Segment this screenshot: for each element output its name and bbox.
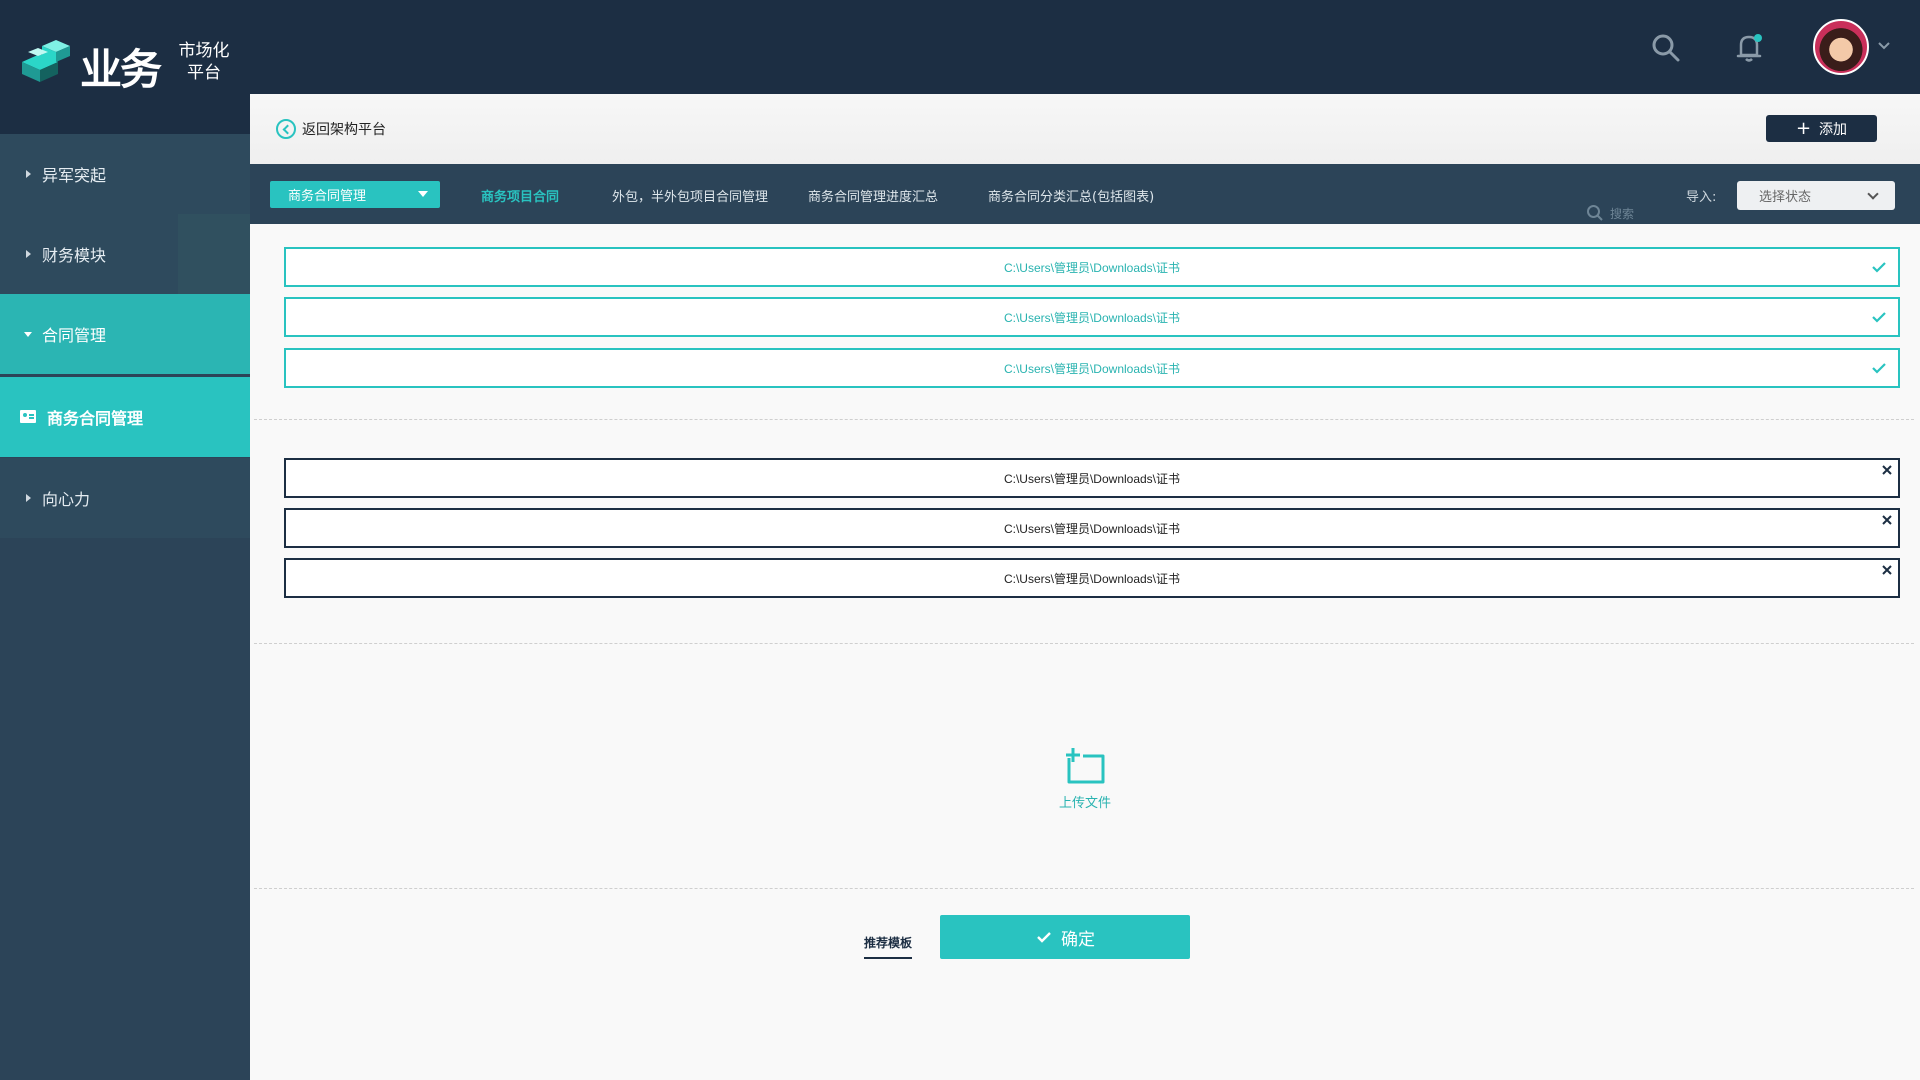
- bell-icon[interactable]: [1731, 30, 1767, 66]
- logo-subtitle-line1: 市场化: [178, 41, 230, 61]
- sidebar-item-label: 向心力: [42, 490, 91, 509]
- tab-business-project[interactable]: 商务项目合同: [481, 186, 559, 205]
- close-icon[interactable]: [1878, 511, 1896, 529]
- search-icon: [1587, 205, 1603, 221]
- check-icon: [1037, 932, 1051, 943]
- sidebar-top: [0, 94, 250, 134]
- chevron-down-icon: [1867, 188, 1879, 200]
- logo-subtitle-line2: 平台: [187, 63, 221, 83]
- file-row-success[interactable]: C:\Users\管理员\Downloads\证书: [284, 247, 1900, 287]
- caret-right-icon: [26, 250, 31, 258]
- module-dropdown[interactable]: 商务合同管理: [270, 181, 440, 208]
- check-icon: [1872, 262, 1886, 273]
- recommended-template-link[interactable]: 推荐模板: [864, 934, 913, 959]
- divider: [254, 888, 1914, 889]
- logo-subtitle: 市场化 平台: [174, 40, 234, 84]
- confirm-label: 确定: [1061, 929, 1095, 950]
- logo-icon: [22, 40, 70, 82]
- caret-down-icon: [24, 332, 32, 337]
- upload-label: 上传文件: [1058, 796, 1111, 811]
- sidebar-item-label: 商务合同管理: [47, 409, 144, 428]
- header-strip: [250, 94, 1920, 164]
- caret-right-icon: [26, 494, 31, 502]
- caret-down-icon: [418, 191, 428, 197]
- file-row-failed[interactable]: C:\Users\管理员\Downloads\证书: [284, 508, 1900, 548]
- tab-progress-summary[interactable]: 商务合同管理进度汇总: [808, 186, 938, 205]
- notification-dot: [1754, 34, 1762, 42]
- confirm-button[interactable]: 确定: [940, 915, 1190, 959]
- status-select-value: 选择状态: [1759, 190, 1812, 205]
- caret-right-icon: [26, 170, 31, 178]
- check-icon: [1872, 312, 1886, 323]
- upload-button[interactable]: 上传文件: [1055, 748, 1115, 811]
- back-arrow-icon: [276, 119, 296, 139]
- logo-title: 业务: [80, 45, 162, 94]
- file-path: C:\Users\管理员\Downloads\证书: [1003, 521, 1181, 536]
- file-row-failed[interactable]: C:\Users\管理员\Downloads\证书: [284, 458, 1900, 498]
- sidebar-item-label: 财务模块: [42, 246, 107, 265]
- sidebar-item-business-contract[interactable]: 商务合同管理: [0, 377, 250, 457]
- folder-add-icon: [1066, 748, 1105, 784]
- file-row-success[interactable]: C:\Users\管理员\Downloads\证书: [284, 297, 1900, 337]
- back-label: 返回架构平台: [302, 122, 386, 138]
- divider: [254, 643, 1914, 644]
- sidebar-item-label: 异军突起: [42, 166, 107, 185]
- file-path: C:\Users\管理员\Downloads\证书: [1003, 471, 1181, 486]
- tab-category-summary[interactable]: 商务合同分类汇总(包括图表): [988, 186, 1154, 205]
- check-icon: [1872, 363, 1886, 374]
- search-icon[interactable]: [1648, 30, 1684, 66]
- plus-icon: +: [1795, 117, 1812, 139]
- file-path: C:\Users\管理员\Downloads\证书: [1003, 361, 1181, 376]
- status-select[interactable]: 选择状态: [1737, 181, 1895, 210]
- back-link[interactable]: 返回架构平台: [276, 119, 386, 139]
- top-bar: 业务 市场化 平台: [0, 0, 1920, 94]
- add-button-label: 添加: [1819, 121, 1848, 138]
- id-card-icon: [20, 410, 36, 423]
- sidebar-item-cohesion[interactable]: 向心力: [0, 458, 250, 538]
- module-dropdown-label: 商务合同管理: [288, 189, 367, 204]
- close-icon[interactable]: [1878, 561, 1896, 579]
- file-path: C:\Users\管理员\Downloads\证书: [1003, 310, 1181, 325]
- chevron-down-icon[interactable]: [1876, 40, 1892, 52]
- tab-outsourced[interactable]: 外包，半外包项目合同管理: [612, 186, 768, 205]
- sidebar-item-contract[interactable]: 合同管理: [0, 294, 250, 374]
- file-path: C:\Users\管理员\Downloads\证书: [1003, 260, 1181, 275]
- add-button[interactable]: + 添加: [1766, 115, 1877, 142]
- close-icon[interactable]: [1878, 461, 1896, 479]
- sidebar-item-finance[interactable]: 财务模块: [0, 214, 250, 294]
- file-path: C:\Users\管理员\Downloads\证书: [1003, 571, 1181, 586]
- avatar[interactable]: [1813, 19, 1869, 75]
- sidebar-item-yijun[interactable]: 异军突起: [0, 134, 250, 214]
- sidebar-item-label: 合同管理: [42, 326, 107, 345]
- search-field[interactable]: 搜索: [1586, 204, 1634, 222]
- import-label: 导入:: [1686, 190, 1717, 205]
- sidebar: 异军突起 财务模块 合同管理 商务合同管理 向心力: [0, 94, 250, 1080]
- divider: [254, 419, 1914, 420]
- file-row-success[interactable]: C:\Users\管理员\Downloads\证书: [284, 348, 1900, 388]
- search-placeholder: 搜索: [1610, 206, 1635, 221]
- file-row-failed[interactable]: C:\Users\管理员\Downloads\证书: [284, 558, 1900, 598]
